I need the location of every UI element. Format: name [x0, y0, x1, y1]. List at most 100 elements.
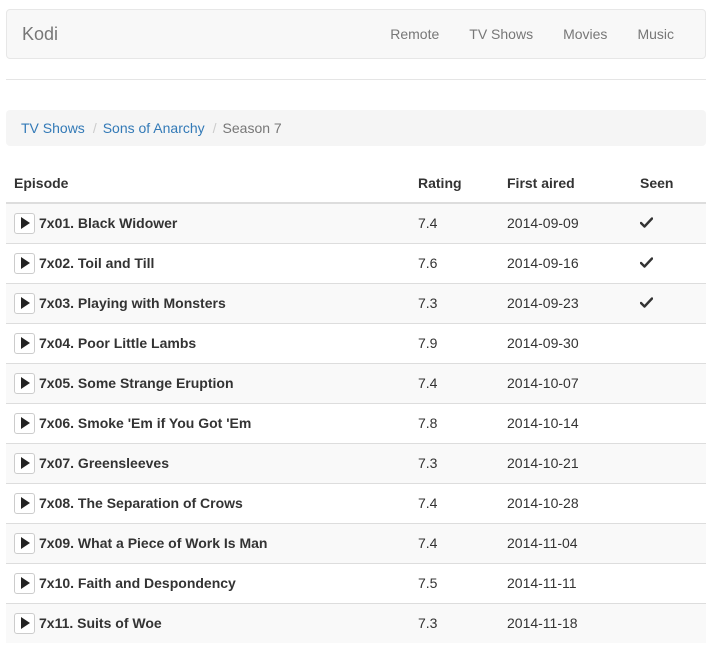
episode-rating: 7.4	[410, 202, 499, 243]
episode-first-aired: 2014-09-09	[499, 202, 632, 243]
play-icon	[20, 257, 30, 269]
episode-title[interactable]: 7x11. Suits of Woe	[39, 615, 162, 631]
episodes-table: Episode Rating First aired Seen 7x01. Bl…	[6, 164, 706, 643]
episode-title[interactable]: 7x08. The Separation of Crows	[39, 495, 243, 511]
play-button[interactable]	[14, 492, 35, 514]
episode-row: 7x05. Some Strange Eruption 7.4 2014-10-07	[6, 362, 706, 403]
episode-first-aired: 2014-09-16	[499, 242, 632, 283]
play-icon	[20, 577, 30, 589]
episode-seen	[632, 602, 706, 643]
episode-first-aired: 2014-09-30	[499, 322, 632, 363]
breadcrumb-separator: /	[92, 120, 97, 136]
episode-row: 7x06. Smoke 'Em if You Got 'Em 7.8 2014-10…	[6, 402, 706, 443]
play-icon	[20, 457, 30, 469]
episode-rows: 7x01. Black Widower 7.4 2014-09-09 7x02. To…	[6, 202, 706, 643]
breadcrumb-season: Season 7	[222, 120, 282, 136]
episode-title[interactable]: 7x10. Faith and Despondency	[39, 575, 236, 591]
episode-cell: 7x01. Black Widower	[6, 202, 410, 243]
episode-cell: 7x11. Suits of Woe	[6, 602, 410, 643]
episode-title[interactable]: 7x09. What a Piece of Work Is Man	[39, 535, 267, 551]
episode-first-aired: 2014-11-18	[499, 602, 632, 643]
breadcrumb: TV Shows / Sons of Anarchy / Season 7	[6, 110, 706, 146]
nav-link-tv-shows[interactable]: TV Shows	[454, 10, 548, 58]
episode-title[interactable]: 7x02. Toil and Till	[39, 255, 154, 271]
nav-links: Remote TV Shows Movies Music	[375, 10, 705, 58]
nav-link-music[interactable]: Music	[622, 10, 705, 58]
episode-cell: 7x05. Some Strange Eruption	[6, 362, 410, 403]
episode-title[interactable]: 7x07. Greensleeves	[39, 455, 169, 471]
episode-seen	[632, 522, 706, 563]
play-icon	[20, 497, 30, 509]
episode-title[interactable]: 7x03. Playing with Monsters	[39, 295, 226, 311]
play-button[interactable]	[14, 212, 35, 234]
play-button[interactable]	[14, 612, 35, 634]
play-button[interactable]	[14, 252, 35, 274]
episode-rating: 7.9	[410, 322, 499, 363]
play-button[interactable]	[14, 292, 35, 314]
episode-title[interactable]: 7x04. Poor Little Lambs	[39, 335, 196, 351]
nav-link-movies[interactable]: Movies	[548, 10, 622, 58]
header-first-aired: First aired	[499, 164, 632, 204]
navbar: Kodi Remote TV Shows Movies Music	[6, 9, 706, 59]
episode-row: 7x09. What a Piece of Work Is Man 7.4 2014…	[6, 522, 706, 563]
play-icon	[20, 337, 30, 349]
breadcrumb-show[interactable]: Sons of Anarchy	[103, 120, 205, 136]
episode-cell: 7x06. Smoke 'Em if You Got 'Em	[6, 402, 410, 443]
episode-cell: 7x07. Greensleeves	[6, 442, 410, 483]
episode-row: 7x01. Black Widower 7.4 2014-09-09	[6, 202, 706, 243]
breadcrumb-separator: /	[212, 120, 217, 136]
header-divider	[6, 79, 706, 80]
episode-cell: 7x04. Poor Little Lambs	[6, 322, 410, 363]
play-icon	[20, 217, 30, 230]
play-button[interactable]	[14, 372, 35, 394]
episode-seen	[632, 402, 706, 443]
episode-row: 7x03. Playing with Monsters 7.3 2014-09-23	[6, 282, 706, 323]
episode-row: 7x02. Toil and Till 7.6 2014-09-16	[6, 242, 706, 283]
brand-logo[interactable]: Kodi	[22, 24, 58, 45]
episode-title[interactable]: 7x06. Smoke 'Em if You Got 'Em	[39, 415, 251, 431]
play-button[interactable]	[14, 332, 35, 354]
episode-rating: 7.8	[410, 402, 499, 443]
header-episode: Episode	[6, 164, 410, 204]
episode-cell: 7x08. The Separation of Crows	[6, 482, 410, 523]
play-button[interactable]	[14, 412, 35, 434]
episode-rating: 7.5	[410, 562, 499, 603]
play-icon	[20, 297, 30, 309]
episode-first-aired: 2014-10-07	[499, 362, 632, 403]
episode-cell: 7x09. What a Piece of Work Is Man	[6, 522, 410, 563]
episode-first-aired: 2014-11-11	[499, 562, 632, 603]
episode-cell: 7x10. Faith and Despondency	[6, 562, 410, 603]
play-button[interactable]	[14, 452, 35, 474]
play-button[interactable]	[14, 572, 35, 594]
episode-title[interactable]: 7x05. Some Strange Eruption	[39, 375, 234, 391]
episode-rating: 7.3	[410, 602, 499, 643]
episode-row: 7x08. The Separation of Crows 7.4 2014-10-…	[6, 482, 706, 523]
episode-seen	[632, 362, 706, 403]
episode-rating: 7.3	[410, 442, 499, 483]
episode-first-aired: 2014-10-14	[499, 402, 632, 443]
episode-first-aired: 2014-10-21	[499, 442, 632, 483]
episode-rating: 7.4	[410, 482, 499, 523]
episode-seen	[632, 322, 706, 363]
episode-first-aired: 2014-09-23	[499, 282, 632, 323]
episode-rating: 7.4	[410, 522, 499, 563]
breadcrumb-tv-shows[interactable]: TV Shows	[21, 120, 85, 136]
episode-seen	[632, 242, 706, 283]
table-header-row: Episode Rating First aired Seen	[6, 164, 706, 204]
header-rating: Rating	[410, 164, 499, 204]
episode-seen	[632, 442, 706, 483]
episode-title[interactable]: 7x01. Black Widower	[39, 215, 177, 231]
play-button[interactable]	[14, 532, 35, 554]
play-icon	[20, 377, 30, 389]
play-icon	[20, 417, 30, 429]
play-icon	[20, 617, 30, 630]
episode-first-aired: 2014-11-04	[499, 522, 632, 563]
episode-row: 7x07. Greensleeves 7.3 2014-10-21	[6, 442, 706, 483]
episode-cell: 7x03. Playing with Monsters	[6, 282, 410, 323]
header-seen: Seen	[632, 164, 706, 204]
checkmark-icon	[639, 295, 654, 311]
episode-seen	[632, 562, 706, 603]
play-icon	[20, 537, 30, 549]
nav-link-remote[interactable]: Remote	[375, 10, 454, 58]
episode-seen	[632, 202, 706, 243]
